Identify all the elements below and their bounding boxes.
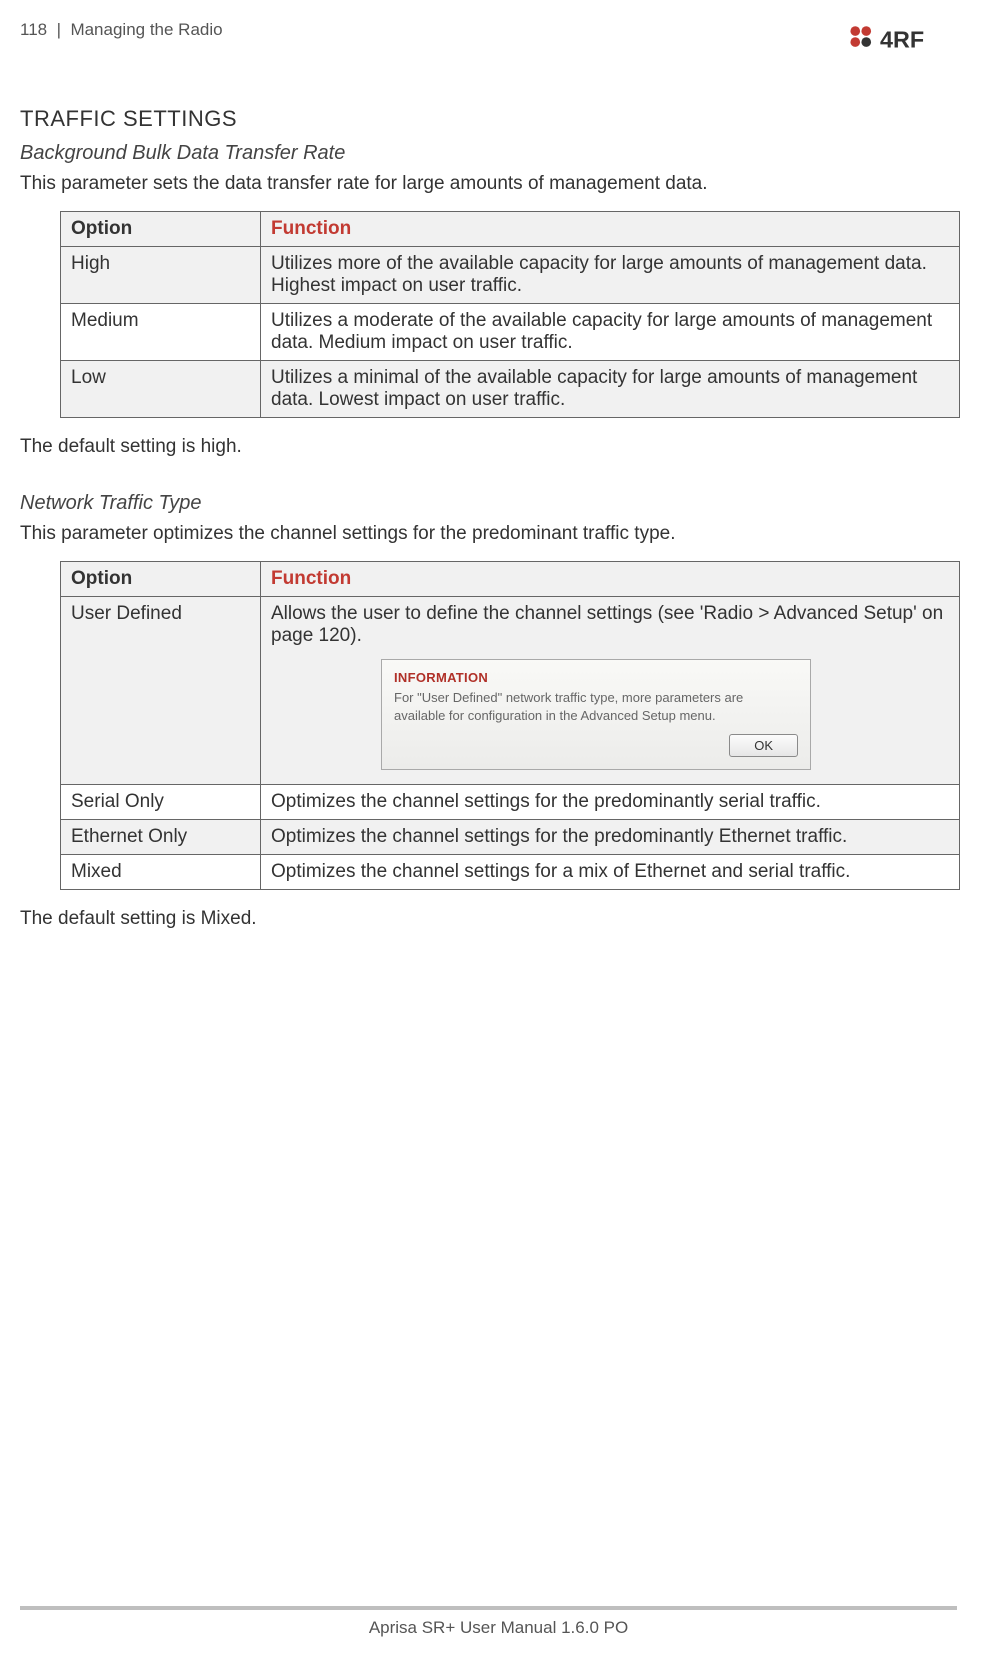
sub2-title: Network Traffic Type — [20, 492, 957, 515]
cell-option: Low — [61, 361, 261, 418]
logo-4rf: 4RF — [847, 20, 957, 66]
table-row: Medium Utilizes a moderate of the availa… — [61, 304, 960, 361]
th-function: Function — [261, 562, 960, 597]
chapter-title: Managing the Radio — [70, 20, 222, 39]
cell-function: Utilizes a minimal of the available capa… — [261, 361, 960, 418]
svg-text:4RF: 4RF — [880, 27, 924, 53]
cell-function: Utilizes more of the available capacity … — [261, 247, 960, 304]
table-header-row: Option Function — [61, 212, 960, 247]
sub1-intro: This parameter sets the data transfer ra… — [20, 173, 957, 195]
cell-function-text: Allows the user to define the channel se… — [271, 603, 943, 646]
cell-function: Allows the user to define the channel se… — [261, 597, 960, 785]
cell-option: Mixed — [61, 855, 261, 890]
page-header: 118 | Managing the Radio 4RF — [20, 20, 957, 66]
ok-button[interactable]: OK — [729, 734, 798, 757]
table-row: Serial Only Optimizes the channel settin… — [61, 785, 960, 820]
th-option: Option — [61, 212, 261, 247]
page-number: 118 — [20, 20, 47, 39]
th-option: Option — [61, 562, 261, 597]
table-traffic-type: Option Function User Defined Allows the … — [60, 561, 960, 890]
section-title: TRAFFIC SETTINGS — [20, 106, 957, 132]
info-dialog-message: For "User Defined" network traffic type,… — [382, 687, 810, 734]
sub2-intro: This parameter optimizes the channel set… — [20, 523, 957, 545]
cell-function: Optimizes the channel settings for the p… — [261, 820, 960, 855]
th-function: Function — [261, 212, 960, 247]
header-divider: | — [57, 20, 61, 39]
sub1-title: Background Bulk Data Transfer Rate — [20, 142, 957, 165]
table-header-row: Option Function — [61, 562, 960, 597]
cell-option: Ethernet Only — [61, 820, 261, 855]
info-dialog-title: INFORMATION — [382, 660, 810, 687]
cell-option: User Defined — [61, 597, 261, 785]
cell-option: High — [61, 247, 261, 304]
sub2-default: The default setting is Mixed. — [20, 908, 957, 930]
cell-function: Utilizes a moderate of the available cap… — [261, 304, 960, 361]
table-row: Mixed Optimizes the channel settings for… — [61, 855, 960, 890]
cell-option: Serial Only — [61, 785, 261, 820]
footer-text: Aprisa SR+ User Manual 1.6.0 PO — [0, 1618, 997, 1638]
logo-4rf-icon: 4RF — [847, 20, 957, 60]
cell-option: Medium — [61, 304, 261, 361]
table-row: User Defined Allows the user to define t… — [61, 597, 960, 785]
table-row: Ethernet Only Optimizes the channel sett… — [61, 820, 960, 855]
cell-function: Optimizes the channel settings for the p… — [261, 785, 960, 820]
cell-function: Optimizes the channel settings for a mix… — [261, 855, 960, 890]
table-row: High Utilizes more of the available capa… — [61, 247, 960, 304]
footer-rule — [20, 1606, 957, 1610]
table-row: Low Utilizes a minimal of the available … — [61, 361, 960, 418]
info-dialog: INFORMATION For "User Defined" network t… — [381, 659, 811, 770]
table-transfer-rate: Option Function High Utilizes more of th… — [60, 211, 960, 418]
header-left: 118 | Managing the Radio — [20, 20, 223, 40]
sub1-default: The default setting is high. — [20, 436, 957, 458]
